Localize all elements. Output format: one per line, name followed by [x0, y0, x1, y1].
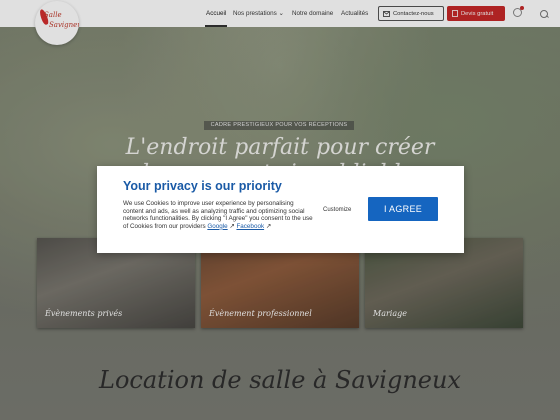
- modal-title: Your privacy is our priority: [123, 179, 282, 193]
- modal-text: We use Cookies to improve user experienc…: [123, 200, 313, 230]
- facebook-link[interactable]: Facebook: [236, 223, 264, 230]
- google-link[interactable]: Google: [207, 223, 227, 230]
- customize-button[interactable]: Customize: [323, 207, 351, 213]
- external-link-icon: ↗: [229, 222, 235, 230]
- privacy-modal: Your privacy is our priority We use Cook…: [97, 166, 464, 253]
- external-link-icon: ↗: [265, 222, 272, 230]
- agree-button[interactable]: I AGREE: [368, 197, 438, 221]
